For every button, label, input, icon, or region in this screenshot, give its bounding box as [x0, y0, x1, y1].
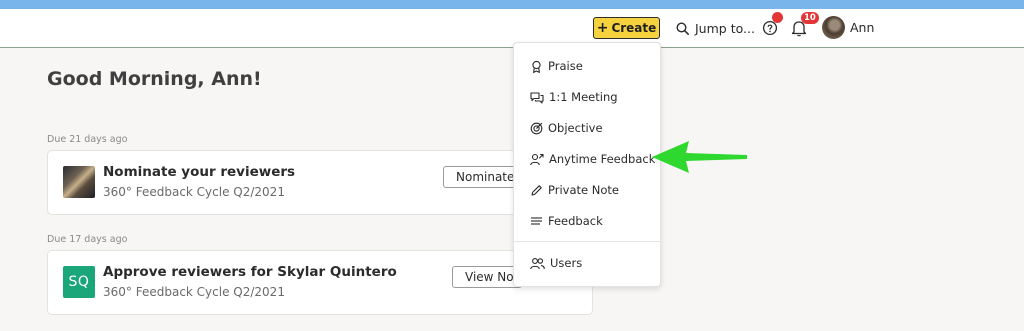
top-header: + Create Jump to... 10 Ann [0, 9, 1024, 48]
task-card-nominate[interactable]: Nominate your reviewers 360° Feedback Cy… [47, 150, 593, 215]
user-avatar[interactable] [822, 16, 845, 39]
task-thumbnail [63, 166, 95, 198]
task-card-approve[interactable]: SQ Approve reviewers for Skylar Quintero… [47, 250, 593, 315]
menu-item-1-1-meeting[interactable]: 1:1 Meeting [530, 88, 618, 106]
task-title[interactable]: Nominate your reviewers [103, 164, 295, 180]
menu-item-users[interactable]: Users [530, 254, 582, 272]
award-icon [532, 60, 541, 73]
menu-item-feedback[interactable]: Feedback [530, 212, 603, 230]
jump-to-label: Jump to... [695, 20, 755, 36]
plus-icon: + [596, 20, 609, 36]
user-initials-avatar: SQ [63, 266, 95, 298]
nominate-button[interactable]: Nominate [443, 166, 523, 188]
task-subtitle: 360° Feedback Cycle Q2/2021 [103, 285, 285, 299]
task-subtitle: 360° Feedback Cycle Q2/2021 [103, 185, 285, 199]
menu-item-private-note[interactable]: Private Note [530, 181, 619, 199]
help-alert-dot [772, 12, 783, 23]
view-nominations-button[interactable]: View Nominations [452, 266, 522, 288]
create-button-label: Create [611, 21, 657, 35]
notification-count-badge: 10 [801, 12, 819, 24]
page-greeting: Good Morning, Ann! [47, 68, 262, 90]
chat-bubbles-icon [530, 91, 544, 104]
menu-item-label: Users [550, 256, 583, 270]
menu-item-label: Praise [548, 59, 583, 73]
menu-item-objective[interactable]: Objective [530, 119, 603, 137]
task-title[interactable]: Approve reviewers for Skylar Quintero [103, 264, 397, 280]
menu-item-anytime-feedback[interactable]: Anytime Feedback [530, 150, 655, 168]
jump-to-search[interactable]: Jump to... [676, 18, 755, 38]
create-button[interactable]: + Create [593, 17, 660, 39]
nominate-button-label: Nominate [456, 170, 515, 184]
users-icon [530, 257, 545, 269]
menu-item-label: Private Note [548, 183, 619, 197]
target-icon [530, 122, 543, 134]
person-arrow-icon [530, 153, 544, 165]
search-icon [676, 21, 689, 35]
menu-item-praise[interactable]: Praise [530, 57, 583, 75]
task-due-label: Due 21 days ago [47, 134, 128, 145]
lines-icon [531, 216, 542, 225]
top-accent-strip [0, 0, 1024, 9]
menu-divider [514, 241, 660, 242]
menu-item-label: Anytime Feedback [549, 152, 656, 166]
pencil-icon [531, 184, 542, 196]
menu-item-label: Feedback [548, 214, 603, 228]
menu-item-label: 1:1 Meeting [549, 90, 618, 104]
create-dropdown-menu: Praise 1:1 Meeting Objective Anytime Fee… [513, 42, 661, 287]
user-name[interactable]: Ann [850, 20, 874, 35]
task-due-label: Due 17 days ago [47, 234, 128, 245]
annotation-arrow-icon [652, 141, 747, 173]
menu-item-label: Objective [548, 121, 603, 135]
